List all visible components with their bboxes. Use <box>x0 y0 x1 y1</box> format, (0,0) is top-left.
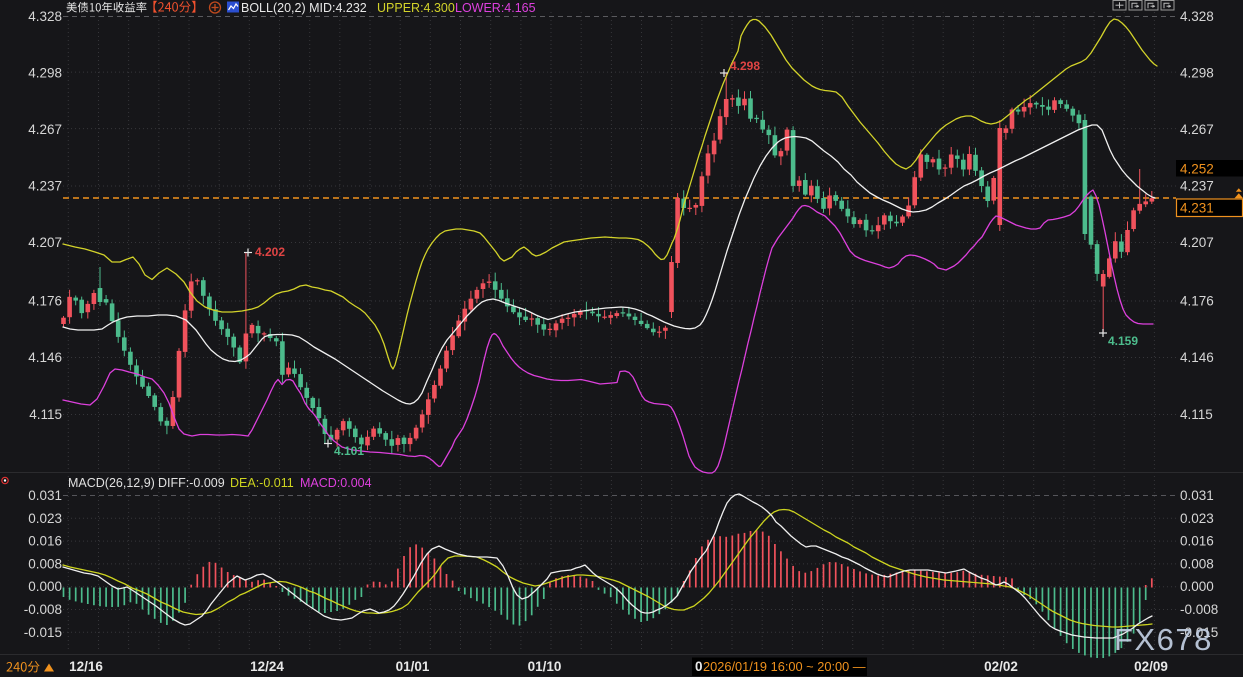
svg-text:4.252: 4.252 <box>1180 162 1214 177</box>
svg-text:4.231: 4.231 <box>1180 201 1214 216</box>
svg-text:0.000: 0.000 <box>28 579 62 594</box>
svg-text:-0.015: -0.015 <box>24 625 62 640</box>
svg-text:UPPER:4.300: UPPER:4.300 <box>377 1 455 15</box>
svg-text:4.298: 4.298 <box>28 66 62 81</box>
svg-text:0.023: 0.023 <box>28 511 62 526</box>
svg-text:4.298: 4.298 <box>730 59 760 73</box>
svg-text:02/02: 02/02 <box>984 659 1018 674</box>
svg-text:2026/01/19 16:00 ~ 20:00 —: 2026/01/19 16:00 ~ 20:00 — <box>703 659 866 674</box>
svg-text:0: 0 <box>695 659 703 674</box>
svg-text:4.146: 4.146 <box>1180 350 1214 365</box>
svg-text:4.207: 4.207 <box>1180 235 1214 250</box>
svg-text:4.328: 4.328 <box>1180 9 1214 24</box>
svg-text:12/16: 12/16 <box>69 659 103 674</box>
svg-text:DIFF:-0.009: DIFF:-0.009 <box>158 476 225 490</box>
svg-text:4.159: 4.159 <box>1108 334 1138 348</box>
svg-text:0.023: 0.023 <box>1180 511 1214 526</box>
svg-text:01/01: 01/01 <box>396 659 430 674</box>
svg-text:4.176: 4.176 <box>1180 294 1214 309</box>
svg-text:01/10: 01/10 <box>528 659 562 674</box>
svg-text:-0.008: -0.008 <box>1180 602 1218 617</box>
svg-text:MACD:0.004: MACD:0.004 <box>300 476 372 490</box>
svg-text:FX678: FX678 <box>1114 622 1213 657</box>
svg-text:02/09: 02/09 <box>1134 659 1168 674</box>
svg-text:4.202: 4.202 <box>255 245 285 259</box>
svg-text:LOWER:4.165: LOWER:4.165 <box>455 1 536 15</box>
svg-text:4.176: 4.176 <box>28 294 62 309</box>
svg-text:4.115: 4.115 <box>29 407 62 422</box>
svg-text:DEA:-0.011: DEA:-0.011 <box>230 476 294 490</box>
svg-text:0.031: 0.031 <box>28 488 62 503</box>
svg-text:0.031: 0.031 <box>1180 488 1214 503</box>
svg-text:4.207: 4.207 <box>28 235 62 250</box>
svg-text:4.146: 4.146 <box>28 350 62 365</box>
svg-text:BOLL(20,2) MID:4.232: BOLL(20,2) MID:4.232 <box>241 1 367 15</box>
svg-text:4.115: 4.115 <box>1180 407 1213 422</box>
svg-text:4.267: 4.267 <box>1180 122 1214 137</box>
svg-text:4.267: 4.267 <box>28 122 62 137</box>
svg-text:12/24: 12/24 <box>250 659 284 674</box>
svg-text:0.000: 0.000 <box>1180 579 1214 594</box>
svg-text:4.101: 4.101 <box>334 444 364 458</box>
svg-text:-0.008: -0.008 <box>24 602 62 617</box>
svg-text:4.328: 4.328 <box>28 9 62 24</box>
svg-text:4.298: 4.298 <box>1180 66 1214 81</box>
svg-text:0.008: 0.008 <box>28 556 62 571</box>
svg-text:0.016: 0.016 <box>28 534 62 549</box>
svg-text:MACD(26,12,9): MACD(26,12,9) <box>68 476 155 490</box>
svg-text:0.008: 0.008 <box>1180 556 1214 571</box>
svg-text:0.016: 0.016 <box>1180 534 1214 549</box>
svg-text:4.237: 4.237 <box>1180 179 1214 194</box>
svg-text:4.237: 4.237 <box>28 179 62 194</box>
